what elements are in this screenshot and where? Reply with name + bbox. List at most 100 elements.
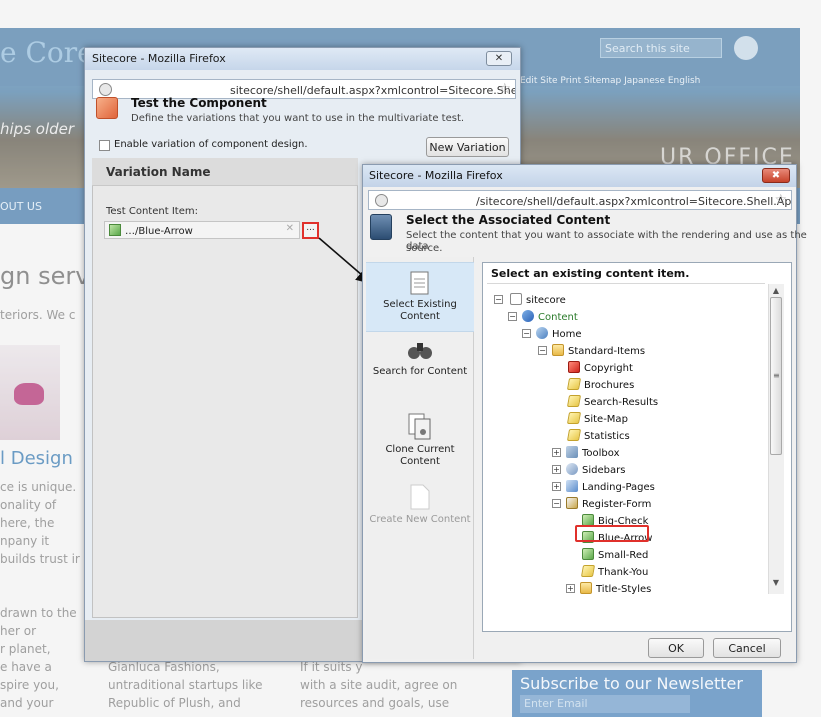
folder-item-icon	[580, 582, 592, 594]
scroll-down-icon[interactable]: ▼	[768, 578, 784, 590]
tree-expander-icon[interactable]: +	[552, 448, 561, 457]
tree-item-landing-pages[interactable]: Landing-Pages	[566, 480, 655, 494]
document-icon	[410, 271, 429, 295]
tree-item-label: Toolbox	[582, 448, 620, 459]
tree-item-thank-you[interactable]: Thank-You	[580, 565, 649, 579]
cancel-button[interactable]: Cancel	[713, 638, 781, 658]
tree-item-brochures[interactable]: Brochures	[566, 378, 635, 392]
tree-item-label: Copyright	[584, 363, 633, 374]
tree-item-copyright[interactable]: Copyright	[568, 361, 633, 375]
test-content-item-value: …/Blue-Arrow	[125, 226, 193, 237]
component-test-icon	[96, 97, 118, 119]
close-icon[interactable]: ✖	[762, 168, 790, 183]
window-title: Sitecore - Mozilla Firefox	[369, 169, 503, 182]
folder-item-icon	[552, 344, 564, 356]
url-redacted	[120, 84, 230, 95]
doc-item-icon	[510, 293, 522, 305]
tree-item-label: Small-Red	[598, 550, 649, 561]
globe-icon	[99, 83, 112, 96]
browse-button[interactable]: ...	[302, 222, 319, 239]
url-redacted	[396, 195, 476, 206]
globe-icon	[375, 194, 388, 207]
tree-item-label: Brochures	[584, 380, 635, 391]
test-content-item-field[interactable]: …/Blue-Arrow ✕	[104, 221, 300, 239]
green-item-icon	[582, 548, 594, 560]
window-titlebar: Sitecore - Mozilla Firefox ✕	[85, 48, 520, 70]
tree-item-register-form[interactable]: Register-Form	[566, 497, 651, 511]
tree-item-label: Content	[538, 312, 578, 323]
tree-heading: Select an existing content item.	[491, 267, 690, 280]
yellow-item-icon	[566, 395, 582, 407]
clone-icon	[408, 413, 431, 440]
test-content-item-label: Test Content Item:	[106, 206, 198, 217]
clear-icon[interactable]: ✕	[286, 223, 294, 234]
dialog-subtitle: Define the variations that you want to u…	[131, 113, 465, 124]
content-item-icon	[109, 224, 121, 236]
tree-expander-icon[interactable]: +	[552, 465, 561, 474]
binoculars-icon	[408, 343, 432, 359]
tree-item-label: Thank-You	[598, 567, 649, 578]
dialog-subtitle-line2: source.	[406, 243, 443, 254]
tree-item-small-red[interactable]: Small-Red	[582, 548, 648, 562]
tree-item-content[interactable]: Content	[522, 310, 578, 324]
new-variation-button[interactable]: New Variation	[426, 137, 509, 157]
tree-expander-icon[interactable]: −	[522, 329, 531, 338]
bookmark-star-icon[interactable]: ☆	[774, 192, 787, 208]
window-titlebar: Sitecore - Mozilla Firefox ✖	[363, 165, 796, 187]
side-item-icon	[566, 463, 578, 475]
yellow-item-icon	[580, 565, 596, 577]
red-item-icon	[568, 361, 580, 373]
yellow-item-icon	[566, 429, 582, 441]
tree-item-search-results[interactable]: Search-Results	[566, 395, 659, 409]
enable-variation-checkbox[interactable]	[99, 140, 110, 151]
address-bar[interactable]: /sitecore/shell/default.aspx?xmlcontrol=…	[368, 190, 792, 210]
tree-item-toolbox[interactable]: Toolbox	[566, 446, 620, 460]
search-for-content-option[interactable]: Search for Content	[366, 340, 474, 392]
tool-item-icon	[566, 446, 578, 458]
tree-expander-icon[interactable]: −	[552, 499, 561, 508]
new-document-icon	[410, 484, 430, 510]
tree-item-home[interactable]: Home	[536, 327, 582, 341]
tree-expander-icon[interactable]: −	[538, 346, 547, 355]
create-new-content-option[interactable]: Create New Content	[366, 484, 474, 532]
content-item-icon	[522, 310, 534, 322]
tree-item-label: Site-Map	[584, 414, 628, 425]
tree-expander-icon[interactable]: −	[494, 295, 503, 304]
yellow-item-icon	[566, 378, 582, 390]
form-item-icon	[566, 497, 578, 509]
tree-item-label: Home	[552, 329, 582, 340]
variation-name-header: Variation Name	[92, 158, 358, 186]
tree-item-label: Title-Styles	[596, 584, 652, 595]
url-text: sitecore/shell/default.aspx?xmlcontrol=S…	[230, 84, 515, 97]
tree-divider	[487, 283, 765, 284]
select-existing-content-option[interactable]: Select Existing Content	[366, 262, 474, 332]
database-icon	[370, 214, 392, 240]
tree-item-sitecore[interactable]: sitecore	[510, 293, 566, 307]
enable-variation-label: Enable variation of component design.	[114, 139, 308, 150]
yellow-item-icon	[566, 412, 582, 424]
tree-expander-icon[interactable]: +	[566, 584, 575, 593]
tree-item-statistics[interactable]: Statistics	[566, 429, 630, 443]
home-item-icon	[536, 327, 548, 339]
dialog-title: Select the Associated Content	[406, 213, 611, 227]
land-item-icon	[566, 480, 578, 492]
tree-item-label: Search-Results	[584, 397, 659, 408]
tree-item-label: Sidebars	[582, 465, 626, 476]
close-icon[interactable]: ✕	[486, 51, 512, 66]
tree-expander-icon[interactable]: −	[508, 312, 517, 321]
tree-item-label: sitecore	[526, 295, 566, 306]
tree-item-site-map[interactable]: Site-Map	[566, 412, 628, 426]
dialog-subtitle-line1: Select the content that you want to asso…	[406, 230, 807, 252]
tree-expander-icon[interactable]: +	[552, 482, 561, 491]
scrollbar-grip-icon: ≡	[773, 371, 780, 380]
tree-item-sidebars[interactable]: Sidebars	[566, 463, 625, 477]
bookmark-star-icon[interactable]: ☆	[498, 81, 511, 97]
window-title: Sitecore - Mozilla Firefox	[92, 52, 226, 65]
tree-item-label: Register-Form	[582, 499, 652, 510]
tree-item-label: Standard-Items	[568, 346, 646, 357]
ok-button[interactable]: OK	[648, 638, 704, 658]
tree-item-standard-items[interactable]: Standard-Items	[552, 344, 645, 358]
tree-item-title-styles[interactable]: Title-Styles	[580, 582, 651, 596]
clone-current-content-option[interactable]: Clone Current Content	[366, 412, 474, 472]
selected-item-highlight	[575, 525, 649, 542]
